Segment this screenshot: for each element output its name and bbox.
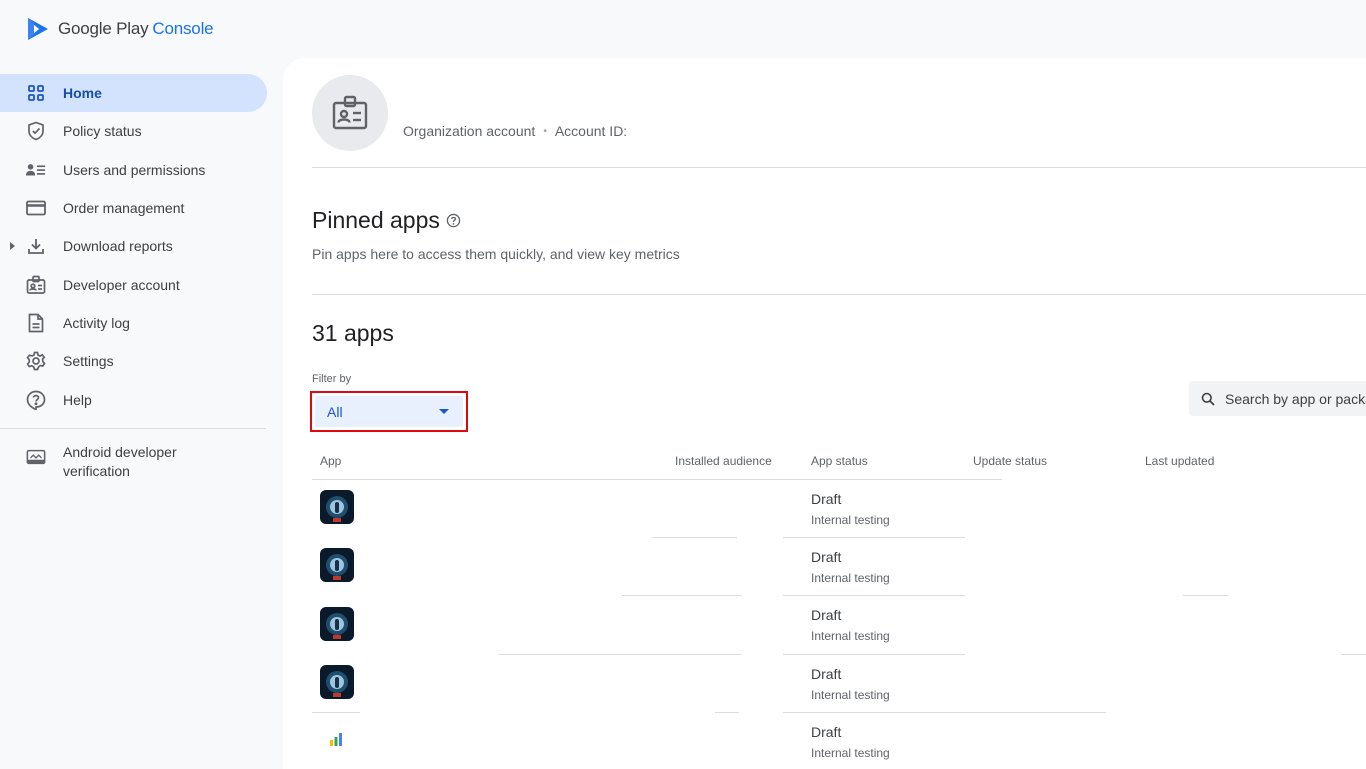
sidebar: Home Policy status Users and permissions… xyxy=(0,74,268,487)
sidebar-item-label: Download reports xyxy=(63,238,173,255)
brand-google-play: Google Play xyxy=(58,19,149,38)
account-meta: Organization account • Account ID: xyxy=(403,123,627,139)
users-icon xyxy=(26,160,46,180)
app-icon-robot[interactable] xyxy=(320,665,354,699)
sidebar-item-home[interactable]: Home xyxy=(0,74,267,113)
app-status: Draft xyxy=(811,491,842,507)
app-icon-robot[interactable] xyxy=(320,548,354,582)
row-divider xyxy=(783,712,1106,713)
card-icon xyxy=(26,198,46,218)
row-divider xyxy=(1341,654,1366,655)
badge-icon xyxy=(26,275,46,295)
account-type: Organization account xyxy=(403,123,536,139)
verification-label-line2: verification xyxy=(63,462,130,479)
row-divider xyxy=(783,595,965,596)
account-id-label: Account ID: xyxy=(554,123,628,139)
download-icon xyxy=(26,236,46,256)
row-divider xyxy=(715,712,739,713)
app-status: Draft xyxy=(811,607,842,623)
filter-highlight: All xyxy=(310,391,468,432)
sidebar-item-developer-account[interactable]: Developer account xyxy=(0,265,267,303)
dropdown-arrow-icon xyxy=(439,409,449,414)
column-header-last-updated[interactable]: Last updated xyxy=(1145,454,1214,468)
column-header-installed-audience[interactable]: Installed audience xyxy=(675,454,772,468)
sidebar-item-policy-status[interactable]: Policy status xyxy=(0,112,267,150)
grid-icon xyxy=(26,83,46,103)
help-icon xyxy=(26,390,46,410)
sidebar-item-label: Help xyxy=(63,391,92,408)
sidebar-item-order-management[interactable]: Order management xyxy=(0,189,267,227)
brand-console: Console xyxy=(152,19,214,38)
separator-dot: • xyxy=(543,125,547,137)
document-icon xyxy=(26,313,46,333)
sidebar-item-download-reports[interactable]: Download reports xyxy=(0,227,267,265)
app-track: Internal testing xyxy=(811,746,890,760)
column-header-update-status[interactable]: Update status xyxy=(973,454,1047,468)
filter-value: All xyxy=(327,403,343,420)
column-header-app-status[interactable]: App status xyxy=(811,454,868,468)
app-status: Draft xyxy=(811,724,842,740)
verification-icon xyxy=(26,447,46,467)
pinned-apps-heading: Pinned apps xyxy=(312,207,440,233)
sidebar-item-label: Home xyxy=(63,85,102,102)
play-console-icon xyxy=(28,18,48,40)
brand-logo[interactable]: Google Play Console xyxy=(26,15,214,43)
app-status: Draft xyxy=(811,666,842,682)
app-icon-bars[interactable] xyxy=(320,723,354,757)
row-divider xyxy=(783,537,965,538)
sidebar-item-label: Users and permissions xyxy=(63,161,206,178)
filter-label: Filter by xyxy=(312,373,352,385)
row-divider xyxy=(622,595,742,596)
app-track: Internal testing xyxy=(811,629,890,643)
column-header-app[interactable]: App xyxy=(320,454,341,468)
sidebar-item-label: Policy status xyxy=(63,123,142,140)
app-track: Internal testing xyxy=(811,571,890,585)
app-icon-robot[interactable] xyxy=(320,607,354,641)
sidebar-item-label: Order management xyxy=(63,200,185,217)
app-track: Internal testing xyxy=(811,688,890,702)
sidebar-item-help[interactable]: Help xyxy=(0,380,267,418)
header-divider xyxy=(312,479,1002,480)
sidebar-item-android-developer-verification[interactable]: Android developer verification xyxy=(0,443,267,487)
search-icon xyxy=(1201,392,1215,406)
row-divider xyxy=(652,537,737,538)
app-status: Draft xyxy=(811,549,842,565)
verification-label-line1: Android developer xyxy=(63,443,177,460)
search-input[interactable] xyxy=(1225,390,1366,407)
account-avatar[interactable] xyxy=(312,75,388,151)
expand-caret-icon[interactable] xyxy=(10,242,15,251)
row-divider xyxy=(498,654,742,655)
row-divider xyxy=(312,712,360,713)
app-icon-robot[interactable] xyxy=(320,490,354,524)
apps-count-title: 31 apps xyxy=(312,320,394,346)
filter-dropdown[interactable]: All xyxy=(315,396,463,427)
help-circle-icon[interactable] xyxy=(446,213,461,228)
gear-icon xyxy=(26,351,46,371)
sidebar-item-users-and-permissions[interactable]: Users and permissions xyxy=(0,151,267,189)
shield-icon xyxy=(26,121,46,141)
sidebar-item-settings[interactable]: Settings xyxy=(0,342,267,380)
sidebar-item-label: Developer account xyxy=(63,276,180,293)
divider xyxy=(312,167,1366,168)
sidebar-item-activity-log[interactable]: Activity log xyxy=(0,304,267,342)
sidebar-item-label: Settings xyxy=(63,353,114,370)
sidebar-item-label: Activity log xyxy=(63,314,130,331)
divider xyxy=(312,294,1366,295)
app-track: Internal testing xyxy=(811,513,890,527)
search-box[interactable] xyxy=(1189,381,1366,416)
pinned-apps-subtitle: Pin apps here to access them quickly, an… xyxy=(312,246,680,262)
row-divider xyxy=(1183,595,1228,596)
row-divider xyxy=(783,654,965,655)
pinned-apps-title: Pinned apps xyxy=(312,207,461,234)
main-content: Organization account • Account ID: Pinne… xyxy=(283,58,1366,769)
sidebar-divider xyxy=(0,427,266,429)
badge-icon xyxy=(332,95,368,130)
